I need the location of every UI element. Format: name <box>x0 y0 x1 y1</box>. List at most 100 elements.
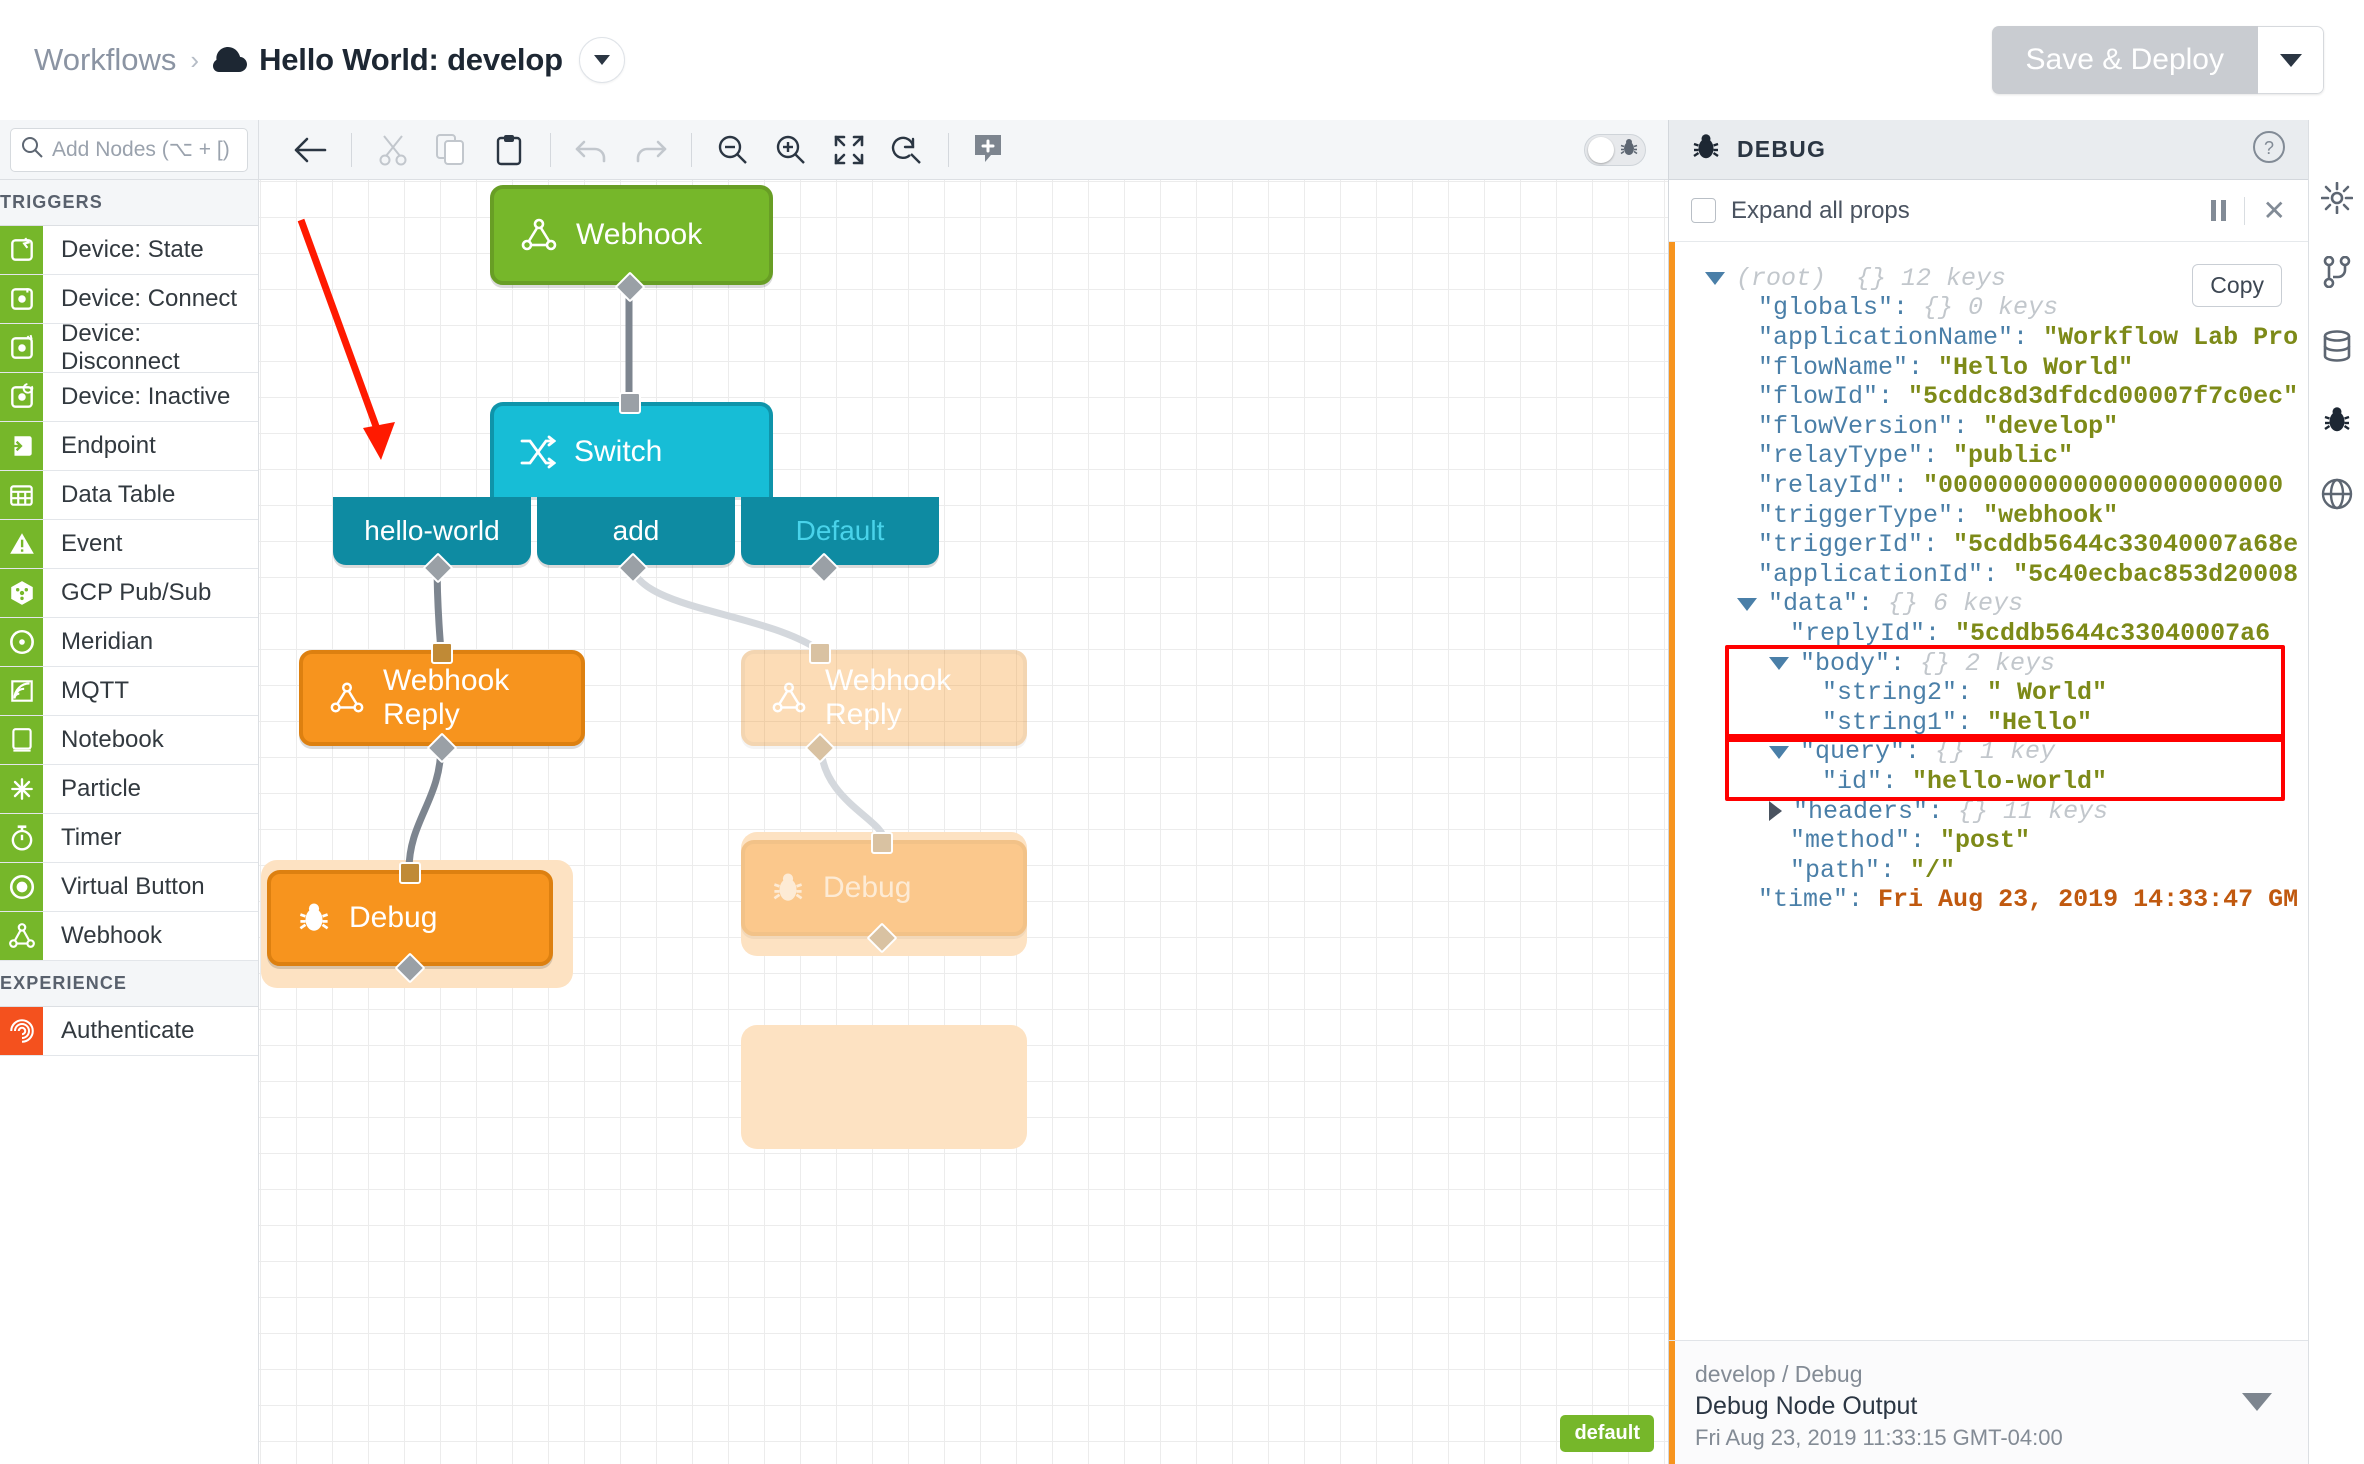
expand-all-props-checkbox[interactable] <box>1691 198 1716 223</box>
webhook-reply-2-input-port[interactable] <box>809 642 831 664</box>
chevron-down-icon[interactable] <box>2242 1393 2272 1411</box>
save-deploy-dropdown-icon[interactable] <box>2258 26 2324 94</box>
undo-button[interactable] <box>563 127 621 173</box>
json-row[interactable]: "time": Fri Aug 23, 2019 14:33:47 GM <box>1705 885 2308 915</box>
toolbar-divider <box>550 132 551 167</box>
json-row[interactable]: "string2": " World" <box>1705 678 2308 708</box>
palette-item-data-table[interactable]: Data Table <box>0 471 258 520</box>
workflow-canvas[interactable]: Webhook Switch hello-world add Default W… <box>259 180 1668 1464</box>
json-row[interactable]: "flowVersion": "develop" <box>1705 412 2308 442</box>
canvas-node-webhook-reply[interactable]: Webhook Reply <box>299 650 585 746</box>
json-row[interactable]: "string1": "Hello" <box>1705 708 2308 738</box>
json-row[interactable]: "triggerType": "webhook" <box>1705 501 2308 531</box>
search-placeholder: Add Nodes (⌥ + [) <box>52 138 230 161</box>
canvas-node-debug-2[interactable]: Debug <box>741 840 1027 936</box>
palette-item-label: Authenticate <box>61 1017 195 1044</box>
json-row[interactable]: "method": "post" <box>1705 826 2308 856</box>
chevron-down-icon[interactable] <box>1769 745 1789 759</box>
palette-item-label: Virtual Button <box>61 873 205 900</box>
json-key: "string1": <box>1822 707 1973 737</box>
rail-item-storage[interactable] <box>2317 326 2357 366</box>
rail-item-globals[interactable] <box>2317 474 2357 514</box>
palette-item-notebook[interactable]: Notebook <box>0 716 258 765</box>
palette-item-virtual-button[interactable]: Virtual Button <box>0 863 258 912</box>
json-key: "flowName": <box>1758 352 1924 382</box>
json-row[interactable]: (root) {} 12 keys <box>1705 264 2308 294</box>
json-tree[interactable]: (root) {} 12 keys "globals": {} 0 keys "ap… <box>1669 264 2308 915</box>
palette-item-mqtt[interactable]: MQTT <box>0 667 258 716</box>
palette-item-particle[interactable]: Particle <box>0 765 258 814</box>
palette-item-endpoint[interactable]: Endpoint <box>0 422 258 471</box>
breadcrumb-workflows-link[interactable]: Workflows <box>34 42 176 78</box>
canvas-node-webhook-reply-label: Webhook Reply <box>383 664 510 731</box>
switch-branch-hello-world[interactable]: hello-world <box>333 497 531 565</box>
switch-input-port[interactable] <box>619 392 641 414</box>
debug-json-viewer[interactable]: Copy (root) {} 12 keys "globals": {} 0 ke… <box>1669 242 2308 1340</box>
canvas-node-debug[interactable]: Debug <box>267 870 553 966</box>
debug-input-port[interactable] <box>399 862 421 884</box>
palette-item-webhook[interactable]: Webhook <box>0 912 258 961</box>
debug-2-input-port[interactable] <box>871 832 893 854</box>
comment-plus-icon[interactable] <box>961 127 1019 173</box>
copy-button[interactable] <box>422 127 480 173</box>
close-icon[interactable]: ✕ <box>2263 196 2286 225</box>
rail-item-versions[interactable] <box>2317 252 2357 292</box>
canvas-node-switch[interactable]: Switch <box>490 402 773 497</box>
palette-item-timer[interactable]: Timer <box>0 814 258 863</box>
redo-button[interactable] <box>621 127 679 173</box>
palette-item-device-state[interactable]: Device: State <box>0 226 258 275</box>
palette-item-event[interactable]: Event <box>0 520 258 569</box>
palette-item-device-disconnect[interactable]: Device: Disconnect <box>0 320 258 375</box>
canvas-node-webhook[interactable]: Webhook <box>490 185 773 285</box>
search-input[interactable]: Add Nodes (⌥ + [) <box>10 127 248 172</box>
webhook-reply-input-port[interactable] <box>431 642 453 664</box>
chevron-down-icon[interactable] <box>1705 272 1725 286</box>
json-row[interactable]: "path": "/" <box>1705 856 2308 886</box>
chevron-down-icon[interactable] <box>1769 657 1789 671</box>
chevron-right-icon[interactable] <box>1769 801 1782 822</box>
fit-view-button[interactable] <box>820 127 878 173</box>
json-row[interactable]: "globals": {} 0 keys <box>1705 293 2308 324</box>
json-row[interactable]: "flowId": "5cddc8d3dfdcd00007f7c0ec" <box>1705 382 2308 412</box>
rail-item-debug[interactable] <box>2317 400 2357 440</box>
save-deploy-button[interactable]: Save & Deploy <box>1991 26 2258 94</box>
chevron-down-icon[interactable] <box>578 37 625 83</box>
chevron-down-icon[interactable] <box>1737 597 1757 611</box>
rail-item-settings[interactable] <box>2317 178 2357 218</box>
zoom-in-button[interactable] <box>762 127 820 173</box>
json-row[interactable]: "headers": {} 11 keys <box>1705 797 2308 827</box>
json-row[interactable]: "applicationName": "Workflow Lab Pro <box>1705 323 2308 353</box>
red-arrow-annotation <box>297 218 395 460</box>
canvas-node-webhook-reply-2[interactable]: Webhook Reply <box>741 650 1027 746</box>
zoom-out-button[interactable] <box>704 127 762 173</box>
json-row[interactable]: "relayId": "00000000000000000000000 <box>1705 471 2308 501</box>
canvas-toolbar <box>259 120 1668 180</box>
json-row[interactable]: "relayType": "public" <box>1705 441 2308 472</box>
json-row[interactable]: "data": {} 6 keys <box>1705 589 2308 620</box>
palette-item-device-connect[interactable]: Device: Connect <box>0 275 258 324</box>
json-row[interactable]: "id": "hello-world" <box>1705 767 2308 797</box>
palette-item-meridian[interactable]: Meridian <box>0 618 258 667</box>
help-circle-icon[interactable]: ? <box>2252 130 2286 169</box>
palette-item-device-inactive[interactable]: Device: Inactive <box>0 373 258 422</box>
json-row[interactable]: "triggerId": "5cddb5644c33040007a68e <box>1705 530 2308 560</box>
switch-branch-default[interactable]: Default <box>741 497 939 565</box>
debug-panel-title: DEBUG <box>1737 136 1827 162</box>
node-list[interactable]: TRIGGERS Device: State Device: Connect Devi… <box>0 180 258 1464</box>
json-row[interactable]: "applicationId": "5c40ecbac853d20008 <box>1705 560 2308 590</box>
debug-panel-footer[interactable]: develop / Debug Debug Node Output Fri Au… <box>1669 1340 2308 1464</box>
debug-toggle[interactable] <box>1584 133 1646 166</box>
pause-icon[interactable] <box>2210 200 2226 221</box>
reset-zoom-button[interactable] <box>878 127 936 173</box>
palette-item-gcp-pub-sub[interactable]: GCP Pub/Sub <box>0 569 258 618</box>
back-button[interactable] <box>281 127 339 173</box>
json-row[interactable]: "query": {} 1 key <box>1705 737 2308 768</box>
cut-button[interactable] <box>364 127 422 173</box>
json-row[interactable]: "body": {} 2 keys <box>1705 649 2308 679</box>
paste-button[interactable] <box>480 127 538 173</box>
palette-item-label: Device: Inactive <box>61 383 231 410</box>
palette-item-authenticate[interactable]: Authenticate <box>0 1007 258 1056</box>
svg-text:?: ? <box>2264 138 2274 158</box>
json-row[interactable]: "flowName": "Hello World" <box>1705 353 2308 383</box>
json-row[interactable]: "replyId": "5cddb5644c33040007a6 <box>1705 619 2308 649</box>
